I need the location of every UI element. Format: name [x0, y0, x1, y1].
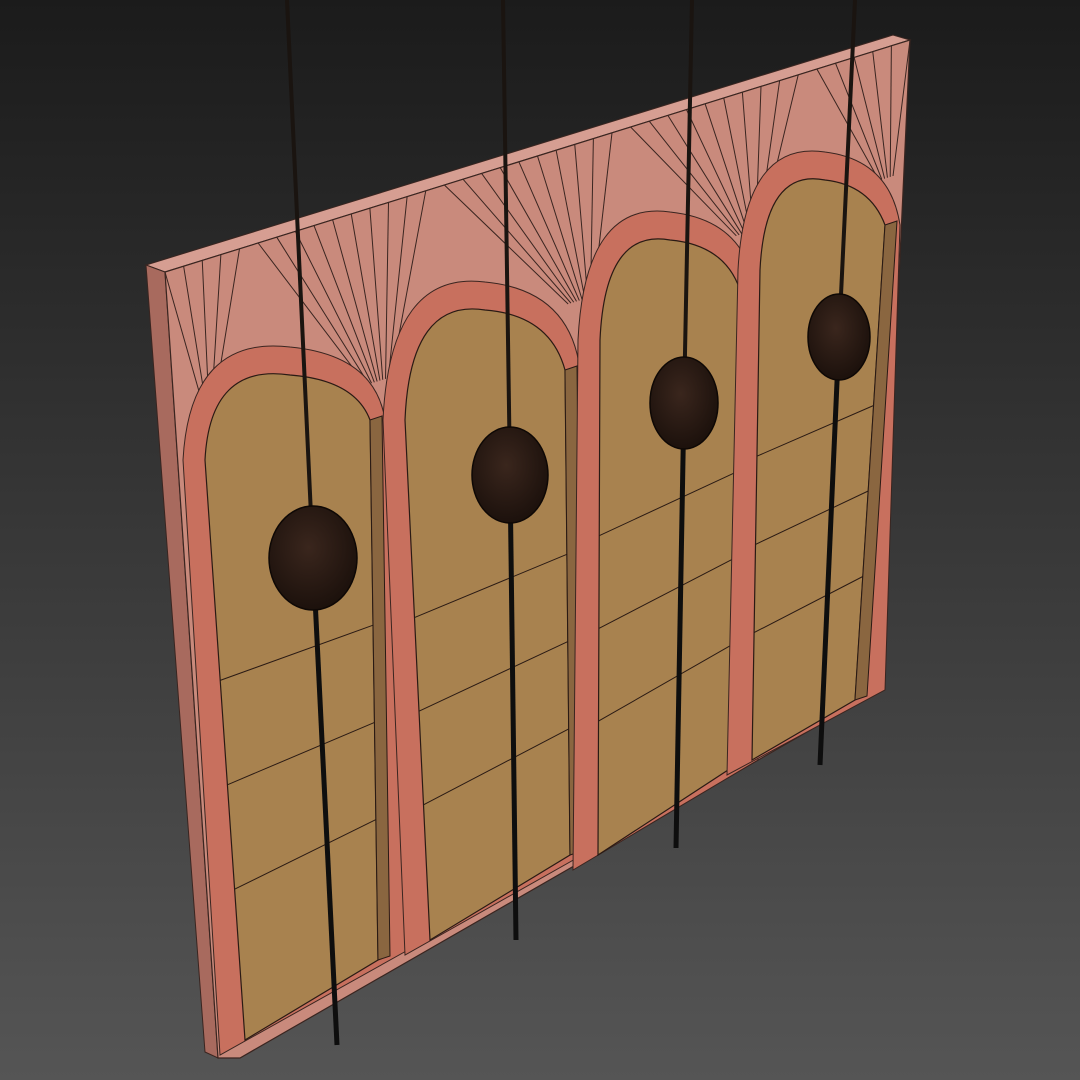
sphere-body — [807, 293, 871, 381]
scene-canvas — [0, 0, 1080, 1080]
arch-niche — [726, 150, 901, 776]
sphere-body — [268, 505, 358, 611]
sphere-body — [649, 356, 719, 450]
arch-niche — [182, 345, 409, 1056]
3d-viewport[interactable] — [0, 0, 1080, 1080]
sphere-body — [471, 426, 549, 524]
arch-niche — [382, 280, 601, 956]
